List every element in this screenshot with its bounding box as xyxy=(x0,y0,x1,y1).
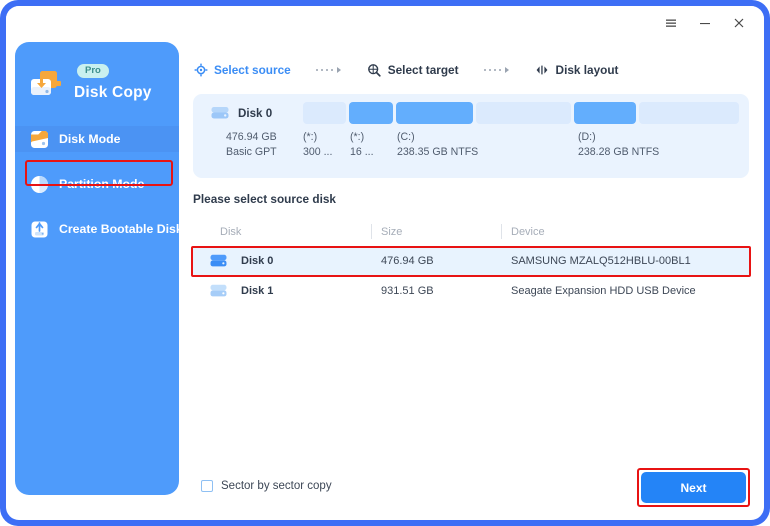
window-frame: Pro Disk Copy Disk Mode Partition Mode C… xyxy=(0,0,770,526)
partition-bar[interactable] xyxy=(574,102,637,124)
partition-label: (*:) 16 ... xyxy=(350,131,374,158)
step-label: Select source xyxy=(214,63,291,77)
disk-layout-arrows-icon xyxy=(535,63,550,78)
disk-icon xyxy=(211,106,229,120)
partition-bar[interactable] xyxy=(349,102,393,124)
checkbox-box[interactable] xyxy=(201,480,213,492)
partition-bar[interactable] xyxy=(303,102,347,124)
title-bar xyxy=(6,6,764,40)
cell-device: Seagate Expansion HDD USB Device xyxy=(511,285,696,297)
disk-layout-disk-name: Disk 0 xyxy=(238,106,273,120)
sidebar-item-label: Create Bootable Disk xyxy=(59,222,183,236)
header-separator-2 xyxy=(501,224,502,239)
disk-copy-logo-icon xyxy=(28,69,66,105)
disk-layout-panel: Disk 0 476.94 GB Basic GPT (*:) 300 ... (*… xyxy=(193,94,749,178)
disk-icon xyxy=(210,284,227,298)
wizard-steps: Select source Select target Disk layout xyxy=(193,58,749,82)
next-button[interactable]: Next xyxy=(641,472,746,503)
header-separator-1 xyxy=(371,224,372,239)
sidebar-nav: Disk Mode Partition Mode Create Bootable… xyxy=(15,126,183,261)
step-connector-2 xyxy=(483,66,511,74)
sidebar-item-label: Disk Mode xyxy=(59,132,121,146)
target-crosshair-icon xyxy=(193,63,208,78)
disk-mode-icon xyxy=(29,129,50,150)
cell-size: 931.51 GB xyxy=(381,285,434,297)
cell-disk: Disk 0 xyxy=(241,255,274,267)
sidebar-item-disk-mode[interactable]: Disk Mode xyxy=(15,126,179,152)
partition-label: (*:) 300 ... xyxy=(303,131,333,158)
partition-bars xyxy=(303,102,739,124)
partition-bar[interactable] xyxy=(639,102,739,124)
checkbox-label: Sector by sector copy xyxy=(221,480,332,492)
column-header-size: Size xyxy=(381,226,403,238)
brand-title: Disk Copy xyxy=(74,84,152,101)
disk-table: Disk Size Device Disk 0 476.94 GB SAMSUN… xyxy=(193,220,749,306)
table-row[interactable]: Disk 0 476.94 GB SAMSUNG MZALQ512HBLU-00… xyxy=(193,246,749,276)
footer-bar: Sector by sector copy Next xyxy=(193,468,750,507)
disk-layout-size: 476.94 GB xyxy=(226,131,277,143)
pro-badge: Pro xyxy=(77,64,109,78)
table-header: Disk Size Device xyxy=(193,220,749,246)
page-title: Please select source disk xyxy=(193,192,336,206)
disk-icon xyxy=(210,254,227,268)
step-label: Select target xyxy=(387,63,459,77)
column-header-device: Device xyxy=(511,226,545,238)
step-select-target[interactable]: Select target xyxy=(367,63,459,78)
partition-bar[interactable] xyxy=(475,102,572,124)
cell-device: SAMSUNG MZALQ512HBLU-00BL1 xyxy=(511,255,691,267)
cell-disk: Disk 1 xyxy=(241,285,274,297)
cell-size: 476.94 GB xyxy=(381,255,434,267)
disk-layout-scheme: Basic GPT xyxy=(226,146,277,158)
main-content: Select source Select target Disk layout … xyxy=(186,42,756,512)
app-window: Pro Disk Copy Disk Mode Partition Mode C… xyxy=(6,6,764,520)
sidebar-item-partition-mode[interactable]: Partition Mode xyxy=(15,171,179,197)
menu-icon[interactable] xyxy=(654,11,688,35)
magnifier-target-icon xyxy=(367,63,382,78)
sidebar: Pro Disk Copy Disk Mode Partition Mode C… xyxy=(15,42,183,495)
partition-label: (C:) 238.35 GB NTFS xyxy=(397,131,479,158)
sidebar-item-label: Partition Mode xyxy=(59,177,145,191)
step-disk-layout[interactable]: Disk layout xyxy=(535,63,619,78)
create-bootable-disk-icon xyxy=(29,219,50,240)
sidebar-item-create-bootable-disk[interactable]: Create Bootable Disk xyxy=(15,216,183,242)
disk-layout-header: Disk 0 xyxy=(211,106,272,120)
table-row[interactable]: Disk 1 931.51 GB Seagate Expansion HDD U… xyxy=(193,276,749,306)
step-label: Disk layout xyxy=(555,63,619,77)
partition-label: (D:) 238.28 GB NTFS xyxy=(578,131,660,158)
window-controls xyxy=(654,11,756,35)
step-select-source[interactable]: Select source xyxy=(193,63,291,78)
column-header-disk: Disk xyxy=(220,226,242,238)
sector-by-sector-checkbox[interactable]: Sector by sector copy xyxy=(201,480,332,492)
step-connector-1 xyxy=(315,66,343,74)
partition-labels: (*:) 300 ... (*:) 16 ... (C:) 238.35 GB NTFS (… xyxy=(303,130,749,162)
minimize-icon[interactable] xyxy=(688,11,722,35)
close-icon[interactable] xyxy=(722,11,756,35)
brand: Pro Disk Copy xyxy=(28,62,168,112)
partition-mode-icon xyxy=(29,174,50,195)
partition-bar[interactable] xyxy=(395,102,473,124)
